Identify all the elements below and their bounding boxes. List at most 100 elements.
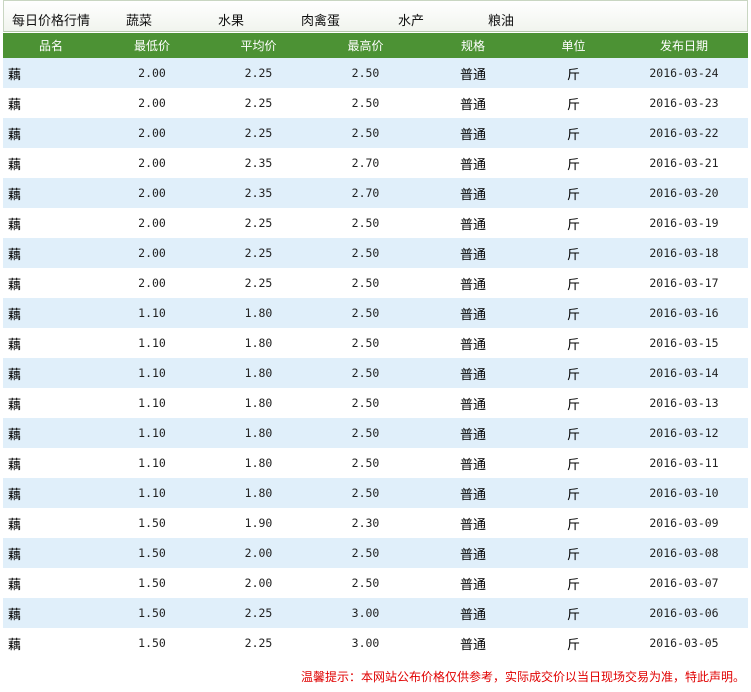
table-row: 藕 2.00 2.25 2.50 普通 斤 2016-03-22 (3, 118, 748, 148)
cell-date: 2016-03-13 (649, 396, 719, 410)
cell-min-price: 2.00 (138, 186, 166, 200)
cell-max-price: 2.50 (351, 546, 380, 560)
cell-max-price: 2.50 (351, 96, 380, 110)
tab-aquatic-products[interactable]: 水产 (398, 10, 424, 29)
cell-unit: 斤 (566, 607, 580, 623)
cell-date: 2016-03-12 (649, 426, 719, 440)
table-row: 藕 2.00 2.35 2.70 普通 斤 2016-03-20 (3, 178, 748, 208)
cell-date: 2016-03-11 (649, 456, 719, 470)
cell-unit: 斤 (566, 337, 580, 353)
table-row: 藕 1.10 1.80 2.50 普通 斤 2016-03-10 (3, 478, 748, 508)
cell-unit: 斤 (566, 427, 580, 443)
cell-date: 2016-03-09 (649, 516, 719, 530)
cell-avg-price: 1.80 (244, 366, 273, 380)
cell-min-price: 2.00 (138, 156, 166, 170)
cell-spec: 普通 (459, 637, 486, 653)
cell-max-price: 2.70 (351, 186, 380, 200)
cell-unit: 斤 (566, 547, 580, 563)
cell-max-price: 2.70 (351, 156, 380, 170)
cell-max-price: 2.50 (351, 216, 380, 230)
cell-avg-price: 1.80 (244, 426, 273, 440)
cell-spec: 普通 (459, 367, 486, 383)
cell-avg-price: 2.25 (244, 216, 273, 230)
cell-avg-price: 2.25 (244, 636, 273, 650)
cell-name: 藕 (8, 547, 22, 563)
table-row: 藕 1.10 1.80 2.50 普通 斤 2016-03-15 (3, 328, 748, 358)
cell-avg-price: 1.90 (244, 516, 273, 530)
cell-max-price: 2.50 (351, 276, 380, 290)
cell-max-price: 2.50 (351, 306, 380, 320)
cell-name: 藕 (8, 307, 22, 323)
cell-name: 藕 (8, 607, 22, 623)
col-header-min-price: 最低价 (133, 39, 170, 53)
table-row: 藕 1.10 1.80 2.50 普通 斤 2016-03-16 (3, 298, 748, 328)
tab-grain-oil[interactable]: 粮油 (488, 10, 514, 29)
table-row: 藕 2.00 2.25 2.50 普通 斤 2016-03-19 (3, 208, 748, 238)
tab-meat-poultry-eggs[interactable]: 肉禽蛋 (301, 10, 340, 29)
cell-unit: 斤 (566, 97, 580, 113)
cell-min-price: 1.10 (138, 336, 166, 350)
table-row: 藕 1.50 2.25 3.00 普通 斤 2016-03-05 (3, 628, 748, 658)
cell-name: 藕 (8, 127, 22, 143)
cell-avg-price: 1.80 (244, 456, 273, 470)
table-row: 藕 2.00 2.25 2.50 普通 斤 2016-03-18 (3, 238, 748, 268)
table-header-row: 品名 最低价 平均价 最高价 规格 单位 发布日期 (3, 33, 748, 58)
cell-date: 2016-03-22 (649, 126, 719, 140)
cell-max-price: 3.00 (351, 606, 380, 620)
cell-min-price: 1.50 (138, 516, 166, 530)
tab-fruits[interactable]: 水果 (218, 10, 244, 29)
cell-name: 藕 (8, 187, 22, 203)
cell-avg-price: 2.25 (244, 96, 273, 110)
cell-max-price: 2.50 (351, 246, 380, 260)
cell-date: 2016-03-15 (649, 336, 719, 350)
cell-name: 藕 (8, 487, 22, 503)
table-row: 藕 1.50 2.25 3.00 普通 斤 2016-03-06 (3, 598, 748, 628)
cell-spec: 普通 (459, 487, 486, 503)
cell-unit: 斤 (566, 397, 580, 413)
tab-vegetables[interactable]: 蔬菜 (126, 10, 152, 29)
cell-max-price: 3.00 (351, 636, 380, 650)
cell-min-price: 2.00 (138, 66, 166, 80)
cell-spec: 普通 (459, 457, 486, 473)
cell-avg-price: 2.00 (244, 576, 273, 590)
cell-date: 2016-03-17 (649, 276, 719, 290)
col-header-spec: 规格 (460, 39, 485, 53)
cell-date: 2016-03-18 (649, 246, 719, 260)
cell-name: 藕 (8, 577, 22, 593)
cell-min-price: 1.50 (138, 606, 166, 620)
cell-min-price: 2.00 (138, 216, 166, 230)
cell-unit: 斤 (566, 637, 580, 653)
cell-avg-price: 2.25 (244, 126, 273, 140)
cell-spec: 普通 (459, 277, 486, 293)
cell-spec: 普通 (459, 337, 486, 353)
cell-name: 藕 (8, 637, 22, 653)
cell-avg-price: 1.80 (244, 306, 273, 320)
cell-spec: 普通 (459, 517, 486, 533)
cell-max-price: 2.50 (351, 576, 380, 590)
cell-avg-price: 2.35 (244, 156, 273, 170)
cell-name: 藕 (8, 427, 22, 443)
cell-name: 藕 (8, 247, 22, 263)
cell-date: 2016-03-06 (649, 606, 719, 620)
cell-max-price: 2.50 (351, 456, 380, 470)
cell-date: 2016-03-21 (649, 156, 719, 170)
cell-avg-price: 2.35 (244, 186, 273, 200)
cell-name: 藕 (8, 277, 22, 293)
table-row: 藕 2.00 2.35 2.70 普通 斤 2016-03-21 (3, 148, 748, 178)
cell-spec: 普通 (459, 97, 486, 113)
col-header-unit: 单位 (561, 39, 586, 53)
cell-min-price: 2.00 (138, 246, 166, 260)
cell-spec: 普通 (459, 397, 486, 413)
table-row: 藕 1.10 1.80 2.50 普通 斤 2016-03-12 (3, 418, 748, 448)
cell-name: 藕 (8, 97, 22, 113)
table-row: 藕 1.10 1.80 2.50 普通 斤 2016-03-11 (3, 448, 748, 478)
cell-unit: 斤 (566, 577, 580, 593)
table-row: 藕 2.00 2.25 2.50 普通 斤 2016-03-23 (3, 88, 748, 118)
cell-date: 2016-03-10 (649, 486, 719, 500)
cell-min-price: 1.50 (138, 636, 166, 650)
table-row: 藕 2.00 2.25 2.50 普通 斤 2016-03-24 (3, 58, 748, 88)
cell-avg-price: 2.25 (244, 276, 273, 290)
cell-min-price: 1.10 (138, 396, 166, 410)
cell-spec: 普通 (459, 217, 486, 233)
cell-min-price: 1.10 (138, 306, 166, 320)
